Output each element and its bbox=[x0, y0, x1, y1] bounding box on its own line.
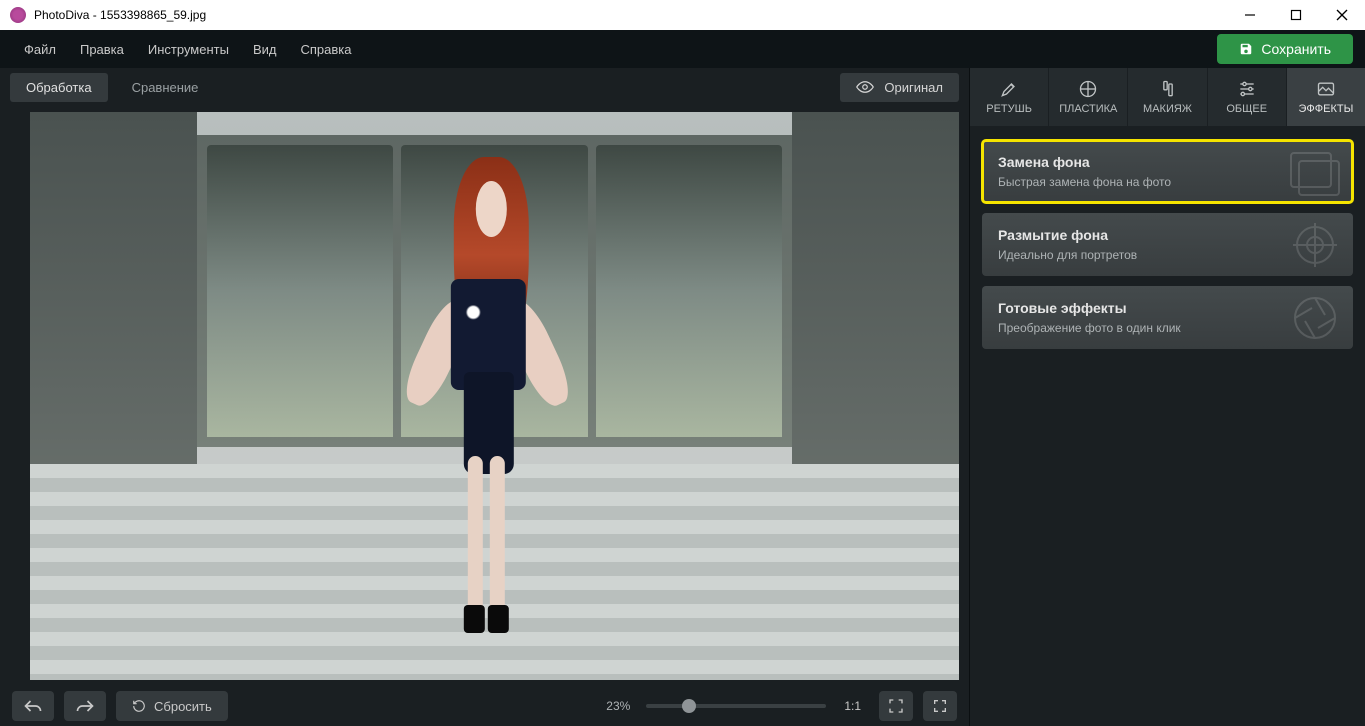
tool-tabs: РЕТУШЬ ПЛАСТИКА МАКИЯЖ ОБЩЕЕ ЭФФЕКТЫ bbox=[970, 68, 1365, 126]
fullscreen-button[interactable] bbox=[923, 691, 957, 721]
undo-icon bbox=[23, 699, 43, 713]
edited-photo bbox=[30, 112, 959, 680]
effect-card-presets[interactable]: Готовые эффекты Преображение фото в один… bbox=[982, 286, 1353, 349]
tab-compare[interactable]: Сравнение bbox=[116, 73, 215, 102]
reset-label: Сбросить bbox=[154, 699, 212, 714]
undo-button[interactable] bbox=[12, 691, 54, 721]
aperture-icon bbox=[1285, 293, 1345, 343]
reset-icon bbox=[132, 699, 146, 713]
app-logo-icon bbox=[10, 7, 26, 23]
retouch-icon bbox=[999, 79, 1019, 99]
canvas-bottom-bar: Сбросить 23% 1:1 bbox=[0, 686, 969, 726]
tooltab-retouch[interactable]: РЕТУШЬ bbox=[970, 68, 1048, 126]
blur-bg-icon bbox=[1285, 220, 1345, 270]
tab-edit[interactable]: Обработка bbox=[10, 73, 108, 102]
sliders-icon bbox=[1237, 79, 1257, 99]
reset-button[interactable]: Сбросить bbox=[116, 691, 228, 721]
redo-button[interactable] bbox=[64, 691, 106, 721]
window-minimize-button[interactable] bbox=[1227, 0, 1273, 30]
tooltab-general[interactable]: ОБЩЕЕ bbox=[1207, 68, 1286, 126]
tooltab-effects[interactable]: ЭФФЕКТЫ bbox=[1286, 68, 1365, 126]
menu-view[interactable]: Вид bbox=[241, 36, 289, 63]
tooltab-general-label: ОБЩЕЕ bbox=[1226, 103, 1267, 115]
view-tab-row: Обработка Сравнение Оригинал bbox=[0, 68, 969, 106]
tooltab-retouch-label: РЕТУШЬ bbox=[986, 103, 1032, 115]
zoom-slider[interactable] bbox=[646, 704, 826, 708]
save-button-label: Сохранить bbox=[1261, 41, 1331, 57]
menu-help[interactable]: Справка bbox=[288, 36, 363, 63]
tools-panel: РЕТУШЬ ПЛАСТИКА МАКИЯЖ ОБЩЕЕ ЭФФЕКТЫ Зам… bbox=[969, 68, 1365, 726]
effects-list: Замена фона Быстрая замена фона на фото … bbox=[970, 126, 1365, 349]
show-original-label: Оригинал bbox=[884, 80, 943, 95]
show-original-button[interactable]: Оригинал bbox=[840, 73, 959, 102]
plastic-icon bbox=[1078, 79, 1098, 99]
tooltab-effects-label: ЭФФЕКТЫ bbox=[1298, 103, 1353, 115]
save-icon bbox=[1239, 42, 1253, 56]
replace-bg-icon bbox=[1285, 147, 1345, 197]
tooltab-plastic[interactable]: ПЛАСТИКА bbox=[1048, 68, 1127, 126]
zoom-one-to-one-button[interactable]: 1:1 bbox=[836, 699, 869, 713]
tooltab-plastic-label: ПЛАСТИКА bbox=[1059, 103, 1117, 115]
menu-file[interactable]: Файл bbox=[12, 36, 68, 63]
menu-edit[interactable]: Правка bbox=[68, 36, 136, 63]
effect-card-blur-bg[interactable]: Размытие фона Идеально для портретов bbox=[982, 213, 1353, 276]
titlebar: PhotoDiva - 1553398865_59.jpg bbox=[0, 0, 1365, 30]
menu-tools[interactable]: Инструменты bbox=[136, 36, 241, 63]
image-canvas[interactable] bbox=[30, 112, 959, 680]
effects-icon bbox=[1316, 79, 1336, 99]
makeup-icon bbox=[1158, 79, 1178, 99]
menubar: Файл Правка Инструменты Вид Справка Сохр… bbox=[0, 30, 1365, 68]
fit-screen-button[interactable] bbox=[879, 691, 913, 721]
eye-icon bbox=[856, 80, 874, 94]
tooltab-makeup-label: МАКИЯЖ bbox=[1143, 103, 1192, 115]
window-close-button[interactable] bbox=[1319, 0, 1365, 30]
fit-screen-icon bbox=[888, 698, 904, 714]
app-title: PhotoDiva - 1553398865_59.jpg bbox=[34, 8, 206, 22]
tooltab-makeup[interactable]: МАКИЯЖ bbox=[1127, 68, 1206, 126]
save-button[interactable]: Сохранить bbox=[1217, 34, 1353, 64]
zoom-value: 23% bbox=[606, 699, 630, 713]
redo-icon bbox=[75, 699, 95, 713]
fullscreen-icon bbox=[932, 698, 948, 714]
canvas-column: Обработка Сравнение Оригинал bbox=[0, 68, 969, 726]
window-maximize-button[interactable] bbox=[1273, 0, 1319, 30]
effect-card-replace-bg[interactable]: Замена фона Быстрая замена фона на фото bbox=[982, 140, 1353, 203]
zoom-slider-thumb[interactable] bbox=[682, 699, 696, 713]
